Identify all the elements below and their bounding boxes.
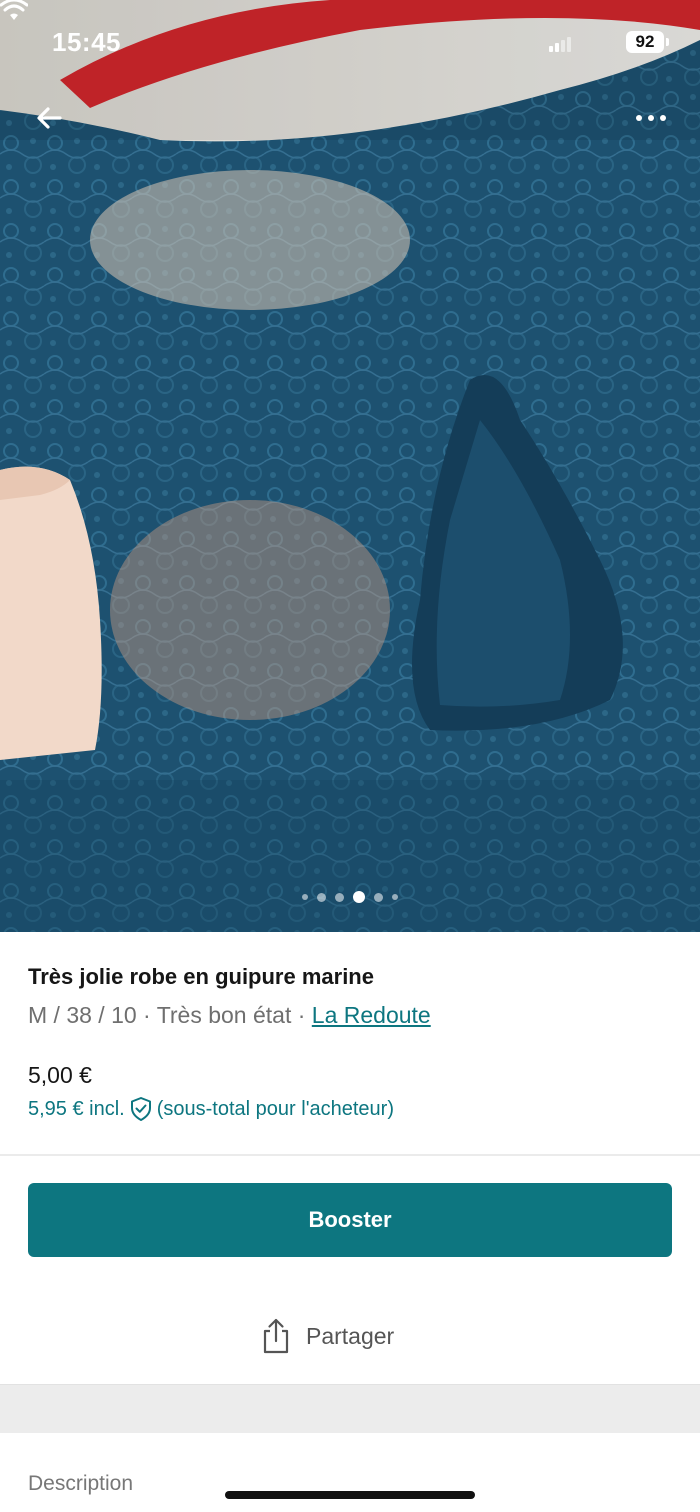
item-price: 5,00 €: [28, 1062, 92, 1088]
carousel-dots: [0, 889, 700, 905]
carousel-dot[interactable]: [302, 894, 308, 900]
carousel-dot[interactable]: [374, 892, 383, 902]
shield-check-icon: [130, 1097, 151, 1121]
item-info: Très jolie robe en guipure marine M / 38…: [28, 958, 672, 1034]
status-bar: 15:45 92: [0, 0, 700, 86]
share-label: Partager: [306, 1322, 395, 1349]
share-button[interactable]: Partager: [260, 1310, 394, 1362]
more-options-button[interactable]: [628, 100, 674, 136]
lace-dress-image: [0, 0, 700, 932]
product-photo[interactable]: 15:45 92: [0, 0, 700, 932]
carousel-dot[interactable]: [335, 892, 344, 902]
arrow-left-icon: [37, 107, 62, 129]
battery-nub: [666, 38, 669, 46]
buyer-price-info[interactable]: 5,95 € incl. (sous-total pour l'acheteur…: [28, 1096, 394, 1122]
buyer-price-note: (sous-total pour l'acheteur): [156, 1097, 394, 1120]
description-heading: Description: [28, 1472, 134, 1495]
back-button[interactable]: [30, 98, 70, 138]
section-separator: [0, 1384, 700, 1433]
carousel-dot[interactable]: [392, 894, 398, 900]
signal-icon: [549, 36, 573, 52]
item-title: Très jolie robe en guipure marine: [28, 964, 374, 989]
wifi-icon: [0, 0, 28, 20]
share-icon: [263, 1318, 289, 1354]
buyer-price: 5,95 € incl.: [28, 1097, 125, 1120]
home-indicator[interactable]: [225, 1491, 475, 1499]
carousel-dot[interactable]: [317, 892, 326, 902]
brand-link[interactable]: La Redoute: [312, 1002, 431, 1028]
item-meta: M / 38 / 10 · Très bon état · La Redoute: [28, 996, 672, 1034]
divider: [0, 1154, 700, 1156]
booster-button[interactable]: Booster: [28, 1183, 672, 1257]
status-time: 15:45: [52, 27, 121, 57]
item-meta-details: M / 38 / 10 · Très bon état ·: [28, 1002, 312, 1028]
ellipsis-icon: [636, 115, 666, 121]
battery-indicator: 92: [626, 31, 664, 53]
carousel-dot-active[interactable]: [353, 891, 365, 903]
